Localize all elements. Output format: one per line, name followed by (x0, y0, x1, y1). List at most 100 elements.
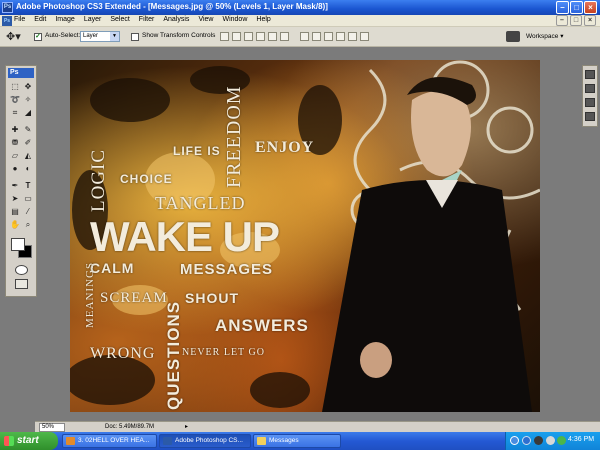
actions-panel-icon[interactable] (585, 98, 595, 107)
clock[interactable]: 4:36 PM (568, 436, 594, 443)
pen-tool-icon[interactable]: ✒ (9, 180, 21, 191)
menu-filter[interactable]: Filter (139, 16, 155, 23)
menu-edit[interactable]: Edit (34, 16, 46, 23)
menu-file[interactable]: File (14, 16, 25, 23)
close-button[interactable]: × (584, 1, 597, 14)
zoom-field[interactable]: 50% (39, 423, 65, 432)
word-calm: CALM (90, 260, 135, 276)
workspace-button[interactable]: Workspace ▾ (526, 32, 563, 40)
clone-stamp-tool-icon[interactable]: ⛃ (9, 137, 21, 148)
menu-layer[interactable]: Layer (84, 16, 102, 23)
history-panel-icon[interactable] (585, 84, 595, 93)
dodge-tool-icon[interactable]: ◐ (22, 163, 34, 174)
doc-size-info[interactable]: Doc: 5.49M/89.7M (105, 423, 154, 432)
eyedropper-tool-icon[interactable]: ⁄ (22, 206, 34, 217)
maximize-button[interactable]: □ (570, 1, 583, 14)
transform-controls-checkbox[interactable] (131, 33, 139, 41)
tray-arrow-icon[interactable] (510, 436, 519, 445)
crop-tool-icon[interactable]: ⌗ (9, 107, 21, 118)
word-freedom: FREEDOM (223, 85, 245, 188)
hand-tool-icon[interactable]: ✋ (9, 219, 21, 230)
auto-select-label: Auto-Select: (45, 32, 81, 39)
move-tool-preset-icon[interactable]: ✥▾ (6, 30, 28, 44)
layers-panel-icon[interactable] (585, 112, 595, 121)
notes-tool-icon[interactable]: ▤ (9, 206, 21, 217)
task-music-player[interactable]: 3. 02HELL OVER HEA... (62, 434, 157, 448)
path-selection-tool-icon[interactable]: ➤ (9, 193, 21, 204)
blur-tool-icon[interactable]: ● (9, 163, 21, 174)
tray-volume-icon[interactable] (546, 436, 555, 445)
type-tool-icon[interactable]: T (22, 180, 34, 191)
status-menu-arrow-icon[interactable]: ▸ (185, 423, 188, 432)
task-messages-folder[interactable]: Messages (253, 434, 341, 448)
history-brush-tool-icon[interactable]: ✐ (22, 137, 34, 148)
menu-help[interactable]: Help (256, 16, 270, 23)
foreground-color-swatch[interactable] (11, 238, 25, 251)
menu-analysis[interactable]: Analysis (163, 16, 189, 23)
windows-logo-icon (4, 436, 14, 446)
doc-restore-button[interactable]: □ (570, 15, 582, 26)
distribute-left-icon[interactable] (336, 32, 345, 41)
start-button[interactable]: start (0, 432, 58, 450)
word-wake-up: WAKE UP (90, 213, 280, 260)
shape-tool-icon[interactable]: ▭ (22, 193, 34, 204)
word-life-is: LIFE IS (173, 144, 221, 158)
auto-select-dropdown[interactable]: Layer ▼ (80, 31, 120, 42)
menu-bar: Ps File Edit Image Layer Select Filter A… (0, 15, 600, 27)
distribute-top-icon[interactable] (300, 32, 309, 41)
distribute-vcenter-icon[interactable] (312, 32, 321, 41)
folder-icon (257, 437, 266, 445)
task-photoshop[interactable]: Adobe Photoshop CS... (159, 434, 251, 448)
chevron-down-icon: ▼ (110, 32, 119, 41)
minimize-button[interactable]: – (556, 1, 569, 14)
align-vcenter-icon[interactable] (232, 32, 241, 41)
distribute-bottom-icon[interactable] (324, 32, 333, 41)
palette-well-icon[interactable] (506, 31, 520, 42)
start-label: start (17, 435, 39, 446)
tray-security-icon[interactable] (534, 436, 543, 445)
quick-mask-icon[interactable] (15, 265, 28, 275)
distribute-hcenter-icon[interactable] (348, 32, 357, 41)
word-wrong: WRONG (90, 345, 156, 362)
align-bottom-icon[interactable] (244, 32, 253, 41)
menu-image[interactable]: Image (55, 16, 74, 23)
move-tool-icon[interactable]: ✥ (22, 81, 34, 92)
auto-select-value: Layer (83, 33, 99, 39)
marquee-tool-icon[interactable]: ⬚ (9, 81, 21, 92)
doc-minimize-button[interactable]: – (556, 15, 568, 26)
menu-view[interactable]: View (198, 16, 213, 23)
lasso-tool-icon[interactable]: ➰ (9, 94, 21, 105)
brush-tool-icon[interactable]: ✎ (22, 124, 34, 135)
status-bar: 50% Doc: 5.49M/89.7M ▸ (35, 421, 600, 432)
system-tray: 4:36 PM (505, 432, 600, 450)
align-left-icon[interactable] (256, 32, 265, 41)
screen-mode-icon[interactable] (15, 279, 28, 289)
tray-c-icon[interactable] (522, 436, 531, 445)
align-right-icon[interactable] (280, 32, 289, 41)
align-top-icon[interactable] (220, 32, 229, 41)
paint-bucket-tool-icon[interactable]: ◭ (22, 150, 34, 161)
doc-close-button[interactable]: × (584, 15, 596, 26)
align-hcenter-icon[interactable] (268, 32, 277, 41)
auto-select-checkbox[interactable]: ✓ (34, 33, 42, 41)
distribute-right-icon[interactable] (360, 32, 369, 41)
word-scream: SCREAM (100, 290, 168, 306)
document-icon[interactable]: Ps (2, 16, 12, 26)
photoshop-app-icon[interactable]: Ps (2, 2, 13, 13)
navigator-panel-icon[interactable] (585, 70, 595, 79)
media-player-icon (66, 437, 75, 445)
menu-select[interactable]: Select (110, 16, 129, 23)
toolbox: Ps ⬚ ✥ ➰ ✧ ⌗ ◢ ✚ ✎ ⛃ ✐ ▱ ◭ ● ◐ ✒ T ➤ ▭ ▤… (5, 65, 37, 297)
transform-controls-label: Show Transform Controls (142, 32, 216, 39)
healing-brush-tool-icon[interactable]: ✚ (9, 124, 21, 135)
magic-wand-tool-icon[interactable]: ✧ (22, 94, 34, 105)
menu-window[interactable]: Window (222, 16, 247, 23)
slice-tool-icon[interactable]: ◢ (22, 107, 34, 118)
document-canvas[interactable]: FREEDOM LOGIC LIFE IS ENJOY CHOICE TANGL… (70, 60, 540, 412)
tray-network-icon[interactable] (557, 436, 566, 445)
task-label: 3. 02HELL OVER HEA... (78, 437, 150, 444)
zoom-tool-icon[interactable]: ⌕ (22, 219, 34, 230)
word-tangled: TANGLED (155, 193, 246, 213)
eraser-tool-icon[interactable]: ▱ (9, 150, 21, 161)
workspace-label: Workspace (526, 33, 559, 40)
